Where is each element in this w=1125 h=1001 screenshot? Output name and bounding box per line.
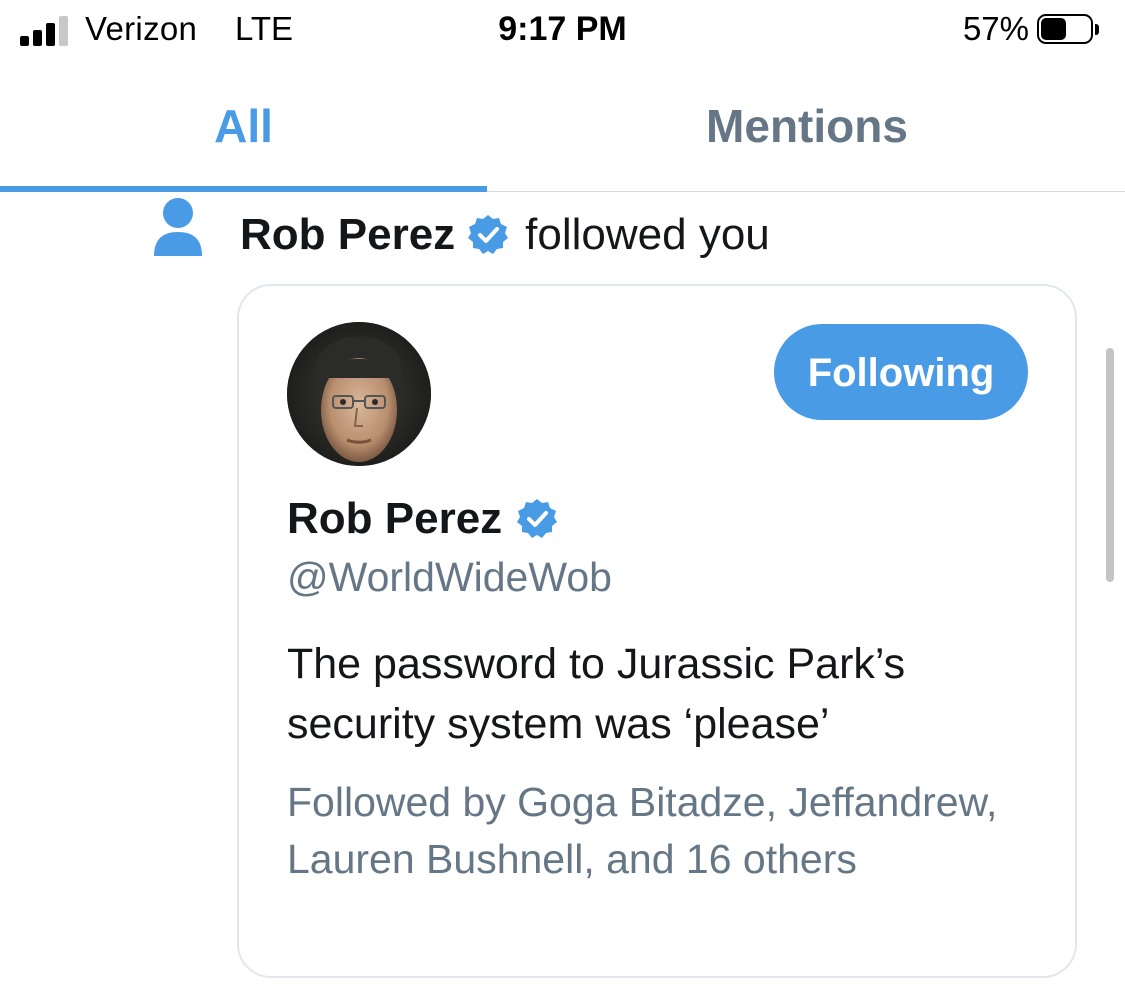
status-time: 9:17 PM: [498, 10, 627, 48]
profile-bio: The password to Jurassic Park’s security…: [287, 640, 906, 748]
tab-mentions[interactable]: Mentions: [562, 70, 1052, 191]
battery-icon: [1037, 14, 1099, 46]
tab-all[interactable]: All: [0, 70, 487, 191]
person-icon: [152, 196, 204, 258]
profile-handle: @WorldWideWob: [287, 554, 612, 600]
profile-name[interactable]: Rob Perez: [287, 494, 502, 544]
followed-by-text: Followed by Goga Bitadze, Jeffandrew, La…: [287, 779, 998, 882]
verified-badge-icon: [516, 498, 558, 540]
avatar[interactable]: [287, 322, 431, 466]
scrollbar[interactable]: [1106, 348, 1114, 582]
notification-tabs: All Mentions: [0, 70, 1125, 192]
profile-name-row: Rob Perez: [287, 494, 558, 544]
notification-text: Rob Perez followed you: [240, 210, 770, 260]
status-bar: Verizon LTE 9:17 PM 57%: [0, 0, 1125, 70]
following-button[interactable]: Following: [774, 324, 1028, 420]
notification-action: followed you: [525, 210, 770, 259]
profile-card[interactable]: Following Rob Perez @WorldWideWob The pa…: [237, 284, 1077, 978]
notification-user-name[interactable]: Rob Perez: [240, 210, 455, 260]
verified-badge-icon: [467, 214, 509, 256]
battery-percentage: 57%: [962, 10, 1029, 47]
selected-tab-indicator: [0, 186, 487, 192]
